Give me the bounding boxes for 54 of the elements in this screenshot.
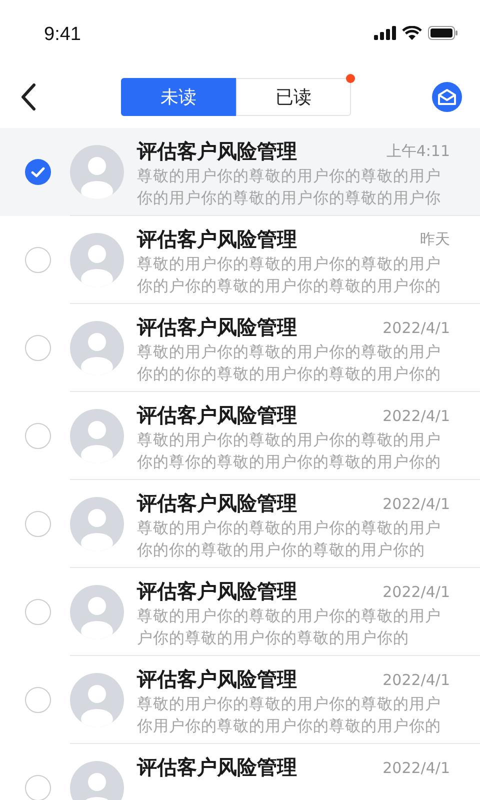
select-checkbox[interactable] [25, 511, 51, 537]
message-time: 上午4:11 [386, 142, 450, 161]
message-title: 评估客户风险管理 [137, 226, 297, 253]
message-time: 2022/4/1 [382, 494, 450, 512]
message-preview: 你的的你的尊敬的用户你的尊敬的用户你的 [137, 364, 442, 385]
message-title: 评估客户风险管理 [137, 578, 297, 605]
select-checkbox[interactable] [25, 423, 51, 449]
message-preview: 尊敬的用户你的尊敬的用户你的尊敬的用户 [137, 254, 442, 275]
message-preview: 你的户你的尊敬的用户你的尊敬的用户你的 [137, 276, 442, 297]
battery-icon [428, 26, 458, 40]
checkmark-icon [31, 166, 45, 178]
status-time: 9:41 [44, 24, 81, 46]
select-checkbox[interactable] [25, 775, 51, 800]
message-preview: 户你的尊敬的用户你的尊敬的用户你的 [137, 628, 410, 649]
message-title: 评估客户风险管理 [137, 314, 297, 341]
message-preview: 你用户你的尊敬的用户你的尊敬的用户你的 [137, 716, 442, 737]
message-title: 评估客户风险管理 [137, 402, 297, 429]
mail-button[interactable] [432, 82, 462, 112]
select-checkbox[interactable] [25, 335, 51, 361]
avatar-icon [70, 584, 124, 638]
message-preview: 你的你的尊敬的用户你的尊敬的用户你的 [137, 540, 426, 561]
message-title: 评估客户风险管理 [137, 666, 297, 693]
message-title: 评估客户风险管理 [137, 138, 297, 165]
message-title: 评估客户风险管理 [137, 754, 297, 781]
open-envelope-icon [438, 89, 456, 105]
message-preview: 你的用户你的尊敬的用户你的尊敬的用户你 [137, 188, 442, 209]
message-preview: 你的尊你的尊敬的用户你的尊敬的用户你的 [137, 452, 442, 473]
tab[interactable]: 未读 [121, 78, 236, 116]
select-checkbox[interactable] [25, 687, 51, 713]
wifi-icon [402, 26, 422, 40]
select-checkbox[interactable] [25, 247, 51, 273]
message-time: 2022/4/1 [382, 406, 450, 424]
message-time: 昨天 [420, 230, 450, 249]
chevron-left-icon [20, 83, 36, 111]
message-preview: 尊敬的用户你的尊敬的用户你的尊敬的用户 [137, 342, 442, 363]
avatar-icon [70, 672, 124, 726]
avatar-icon [70, 496, 124, 550]
message-title: 评估客户风险管理 [137, 490, 297, 517]
message-preview: 尊敬的用户你的尊敬的用户你的尊敬的用户 [137, 694, 442, 715]
select-checkbox[interactable] [25, 599, 51, 625]
select-checkbox[interactable] [25, 159, 51, 185]
message-time: 2022/4/1 [382, 670, 450, 688]
message-time: 2022/4/1 [382, 758, 450, 776]
message-time: 2022/4/1 [382, 582, 450, 600]
avatar-icon [70, 232, 124, 286]
message-time: 2022/4/1 [382, 318, 450, 336]
message-preview: 尊敬的用户你的尊敬的用户你的尊敬的用户 [137, 430, 442, 451]
message-preview: 尊敬的用户你的尊敬的用户你的尊敬的用户 [137, 166, 442, 187]
avatar-icon [70, 144, 124, 198]
message-preview: 尊敬的用户你的尊敬的用户你的尊敬的用户 [137, 518, 442, 539]
avatar-icon [70, 408, 124, 462]
avatar-icon [70, 320, 124, 374]
signal-icon [374, 26, 396, 40]
message-preview: 尊敬的用户你的尊敬的用户你的尊敬的用户 [137, 606, 442, 627]
